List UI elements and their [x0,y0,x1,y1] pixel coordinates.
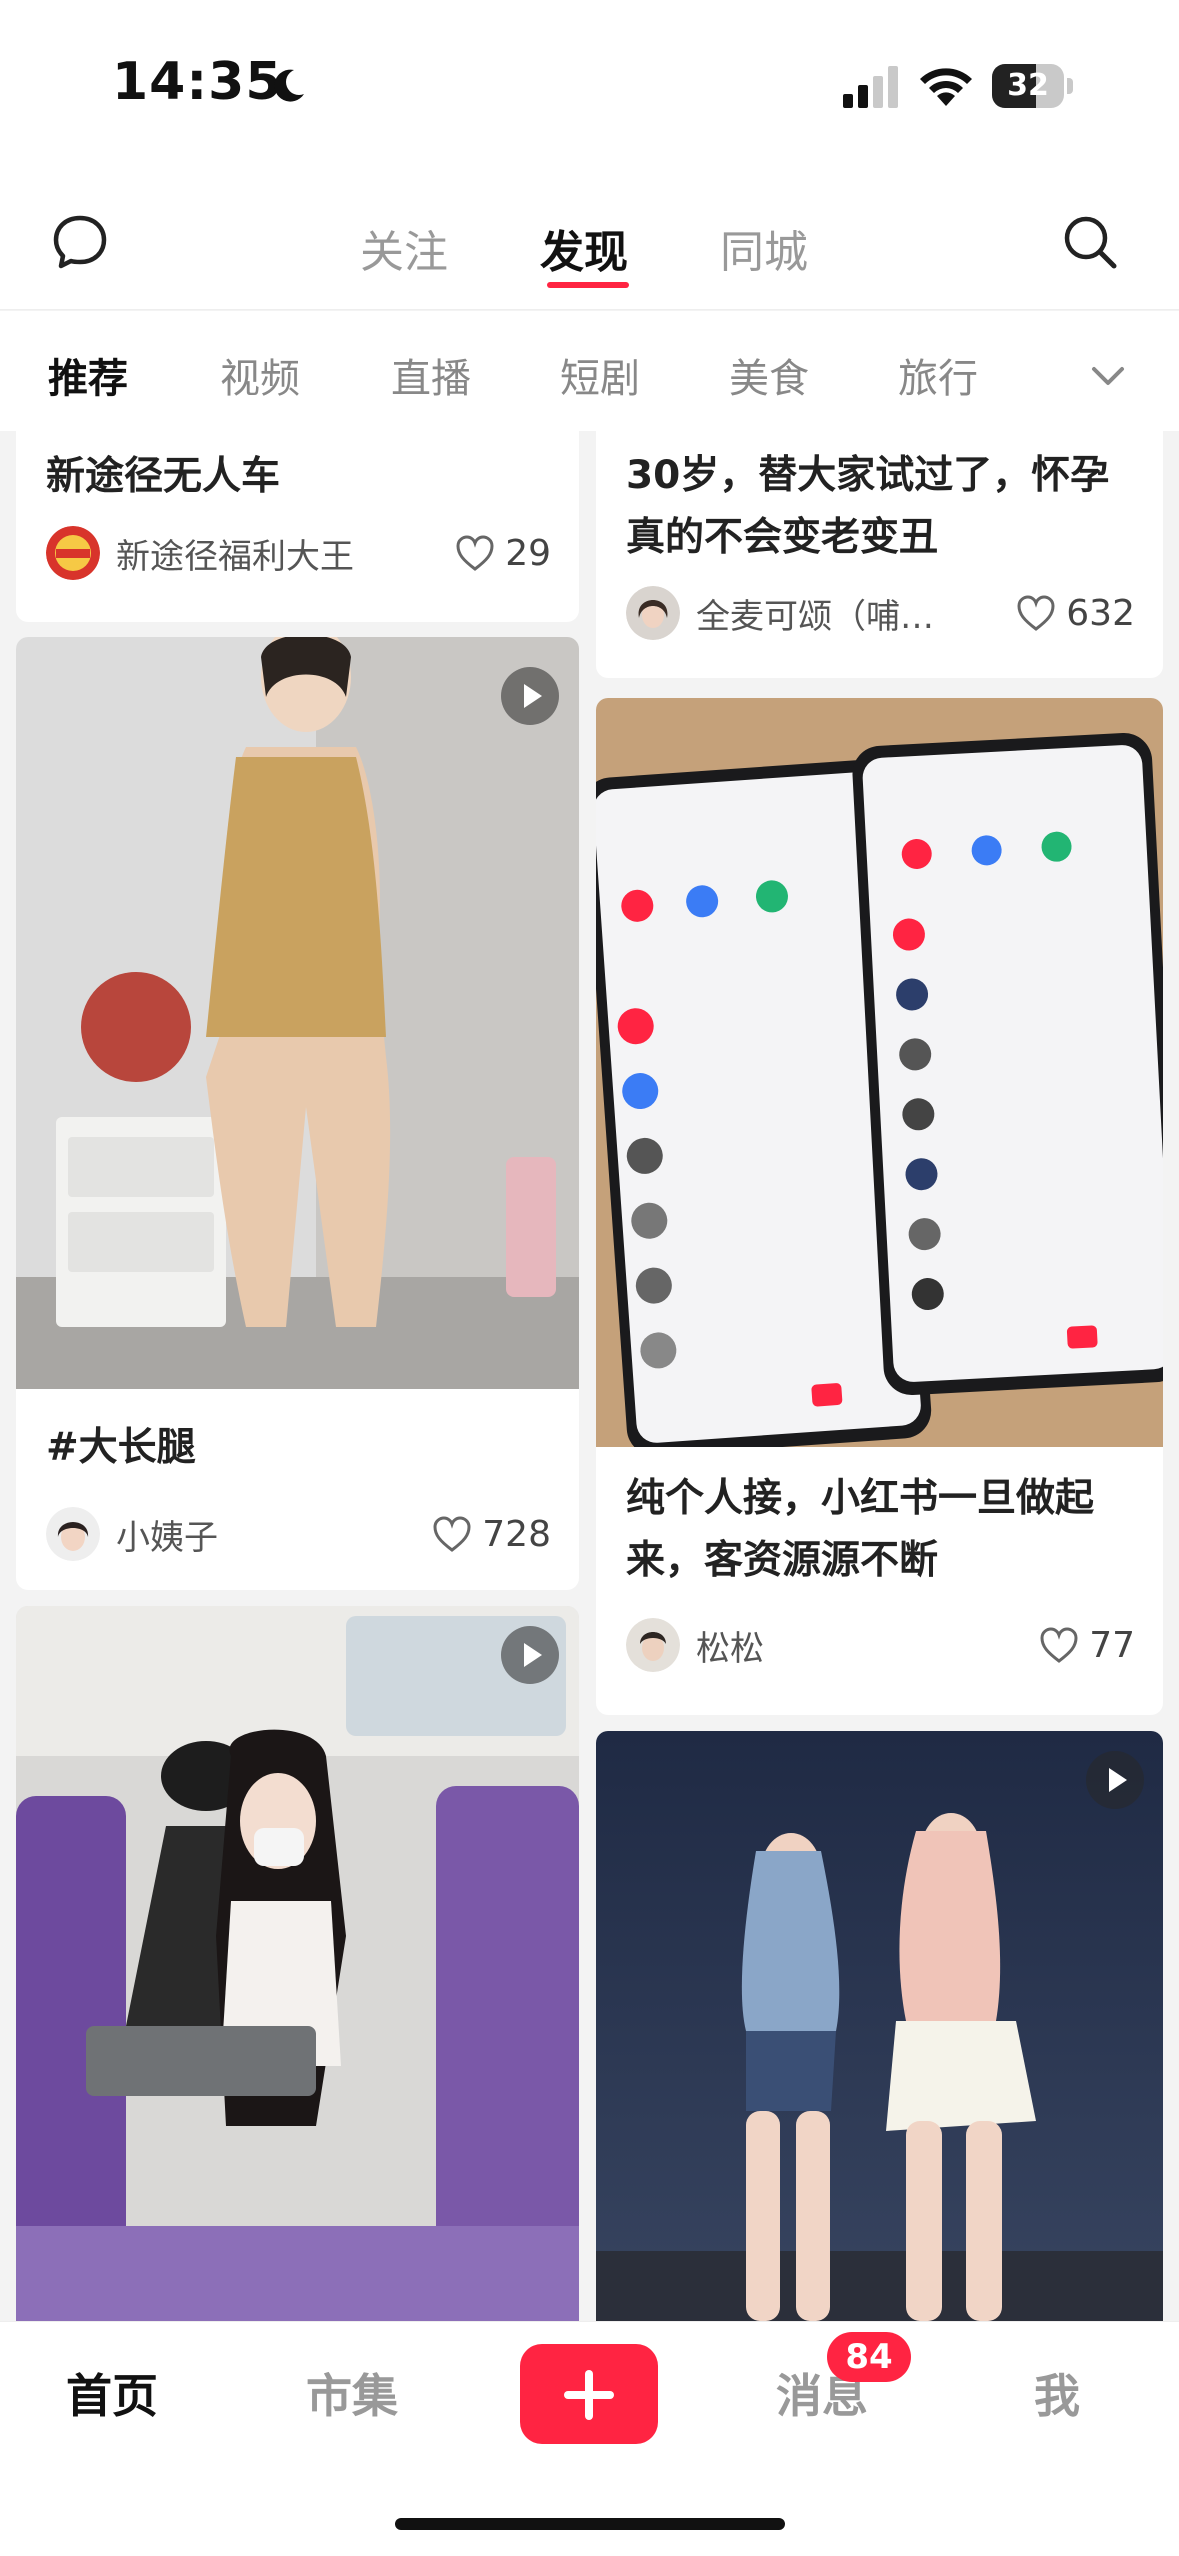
feed: 新途径无人车 新途径福利大王 29 #大长腿 小姨子 728 30岁，替大家试过… [0,431,1179,2321]
heart-icon [1017,595,1055,631]
signal-icon [843,66,898,108]
avatar [46,1507,100,1561]
note-title: 新途径无人车 [46,454,281,499]
play-icon [501,667,559,725]
category-travel[interactable]: 旅行 [898,346,978,404]
play-icon [1086,1751,1144,1809]
chevron-down-icon[interactable] [1088,355,1128,395]
note-cover-image [596,698,1163,1447]
note-cover-image [16,637,579,1389]
status-time: 14:35 [112,52,283,112]
note-card[interactable]: 30岁，替大家试过了，怀孕真的不会变老变丑 全麦可颂（哺… 632 [596,431,1163,678]
note-cover-image [16,1606,579,2321]
heart-icon [1040,1627,1078,1663]
category-short-drama[interactable]: 短剧 [560,346,640,404]
like-count: 29 [505,532,551,574]
like-count: 632 [1066,592,1135,634]
category-video[interactable]: 视频 [220,346,300,404]
tab-following[interactable]: 关注 [360,216,448,280]
category-live[interactable]: 直播 [391,346,471,404]
note-card[interactable]: #大长腿 小姨子 728 [16,637,579,1590]
tab-me[interactable]: 我 [1034,2360,1080,2426]
avatar [626,1618,680,1672]
moon-icon [274,69,304,102]
category-food[interactable]: 美食 [729,346,809,404]
tab-market[interactable]: 市集 [306,2360,398,2426]
tab-discover[interactable]: 发现 [540,216,628,280]
play-icon [501,1626,559,1684]
tab-home[interactable]: 首页 [66,2360,158,2426]
note-card[interactable]: 新途径无人车 新途径福利大王 29 [16,431,579,622]
note-card[interactable] [16,1606,579,2321]
battery-level: 32 [1007,68,1049,103]
note-card[interactable] [596,1731,1163,2321]
messages-badge: 84 [827,2332,911,2382]
note-author[interactable]: 新途径福利大王 [46,526,354,580]
home-indicator[interactable] [395,2518,785,2530]
tab-nearby[interactable]: 同城 [720,216,808,280]
category-bar: 推荐 视频 直播 短剧 美食 旅行 [0,311,1179,431]
wifi-icon [920,68,972,106]
heart-icon [433,1516,471,1552]
like-button[interactable]: 77 [1039,1618,1135,1672]
status-bar: 14:35 32 [0,0,1179,170]
note-author[interactable]: 松松 [626,1618,764,1672]
like-count: 728 [482,1513,551,1555]
note-author[interactable]: 全麦可颂（哺… [626,586,934,640]
chat-bubble-icon[interactable] [50,212,110,272]
avatar [46,526,100,580]
category-recommended[interactable]: 推荐 [48,346,128,404]
search-icon[interactable] [1060,212,1120,272]
heart-icon [456,535,494,571]
top-navigation: 关注 发现 同城 [0,170,1179,310]
active-tab-indicator [547,282,629,288]
like-count: 77 [1089,1624,1135,1666]
note-cover-image [596,1731,1163,2321]
avatar [626,586,680,640]
note-card[interactable]: 纯个人接，小红书一旦做起来，客资源源不断 松松 77 [596,698,1163,1715]
post-button[interactable] [520,2344,658,2444]
note-author[interactable]: 小姨子 [46,1507,218,1561]
note-title: #大长腿 [46,1425,196,1470]
note-title: 30岁，替大家试过了，怀孕真的不会变老变丑 [626,453,1110,560]
like-button[interactable]: 29 [455,526,551,580]
note-title: 纯个人接，小红书一旦做起来，客资源源不断 [626,1476,1095,1583]
like-button[interactable]: 728 [432,1507,551,1561]
battery-icon: 32 [992,64,1074,108]
like-button[interactable]: 632 [1016,586,1135,640]
